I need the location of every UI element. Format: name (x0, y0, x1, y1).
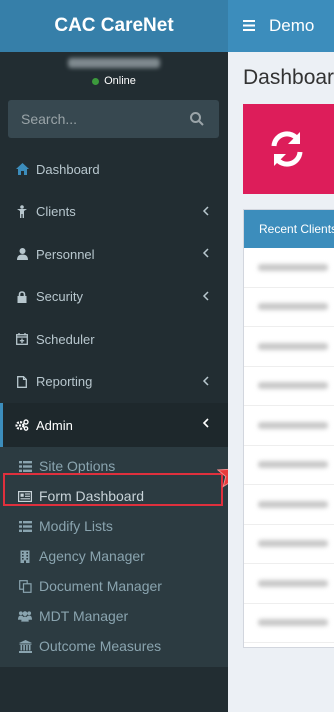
blurred-client-name (258, 500, 328, 508)
user-status-label: Online (104, 75, 136, 87)
submenu-item-modify-lists[interactable]: Modify Lists (0, 511, 228, 541)
sidebar-search (8, 100, 219, 138)
submenu-item-label: Outcome Measures (39, 638, 162, 654)
online-dot-icon (92, 77, 100, 85)
sidebar-item-label: Scheduler (36, 331, 95, 347)
chevron-left-icon (202, 375, 209, 386)
sidebar-item-label: Admin (36, 417, 73, 433)
submenu-item-mdt-manager[interactable]: MDT Manager (0, 601, 228, 631)
table-row[interactable] (244, 327, 334, 367)
submenu-item-agency-manager[interactable]: Agency Manager (0, 541, 228, 571)
table-row[interactable] (244, 406, 334, 446)
recent-clients-panel: Recent Clients (243, 209, 334, 648)
user-name-blurred (68, 58, 160, 68)
sidebar-item-label: Reporting (36, 374, 93, 390)
chevron-left-icon (202, 205, 209, 216)
copy-icon (18, 579, 32, 593)
chevron-left-icon (202, 248, 209, 258)
calendar-plus-icon (15, 332, 29, 346)
list-icon (18, 459, 32, 473)
hamburger-menu-icon[interactable] (243, 18, 255, 34)
search-input[interactable] (8, 110, 183, 128)
lock-icon (15, 290, 29, 304)
table-row[interactable] (244, 288, 334, 327)
sidebar-item-personnel[interactable]: Personnel (0, 233, 228, 276)
sidebar-item-label: Clients (36, 204, 76, 220)
topbar-title: Demo (269, 16, 315, 35)
blurred-client-name (258, 421, 328, 429)
search-icon[interactable] (189, 111, 205, 127)
sidebar-item-label: Personnel (36, 246, 95, 262)
main-content: Dashboard Recent Clients (228, 52, 334, 712)
table-row[interactable] (244, 446, 334, 485)
refresh-icon (271, 131, 303, 167)
sidebar-item-admin[interactable]: Admin (0, 403, 228, 447)
blurred-client-name (258, 303, 328, 311)
child-icon (15, 205, 29, 219)
blurred-client-name (258, 342, 328, 350)
users-icon (18, 609, 32, 623)
submenu-item-document-manager[interactable]: Document Manager (0, 571, 228, 601)
sidebar-item-clients[interactable]: Clients (0, 191, 228, 234)
submenu-item-label: MDT Manager (39, 608, 129, 624)
sidebar-item-security[interactable]: Security (0, 276, 228, 319)
sidebar-item-scheduler[interactable]: Scheduler (0, 318, 228, 361)
top-navbar: Demo (228, 0, 334, 52)
chevron-left-icon (202, 290, 209, 301)
sidebar-item-label: Security (36, 289, 83, 305)
blurred-client-name (258, 382, 328, 390)
submenu-item-label: Document Manager (39, 578, 162, 594)
page-title: Dashboard (243, 66, 334, 89)
refresh-tile[interactable] (243, 104, 334, 194)
table-row[interactable] (244, 367, 334, 406)
chevron-left-icon (202, 418, 209, 428)
institution-icon (18, 639, 32, 653)
sidebar-menu: Dashboard Clients Personnel Security Sch… (0, 148, 228, 667)
list-icon (18, 519, 32, 533)
blurred-client-name (258, 461, 328, 469)
sidebar: CAC CareNet Online Dashboard Clients Per… (0, 0, 228, 712)
user-icon (15, 247, 29, 261)
highlight-box (3, 473, 223, 506)
table-row[interactable] (244, 485, 334, 525)
panel-header: Recent Clients (244, 210, 334, 248)
submenu-item-label: Site Options (39, 458, 116, 474)
table-row[interactable] (244, 564, 334, 604)
submenu-item-outcome-measures[interactable]: Outcome Measures (0, 631, 228, 661)
building-icon (18, 549, 32, 563)
table-row[interactable] (244, 604, 334, 643)
blurred-client-name (258, 579, 328, 587)
table-row[interactable] (244, 248, 334, 288)
submenu-item-label: Agency Manager (39, 548, 145, 564)
user-panel: Online (0, 52, 228, 96)
blurred-client-name (258, 619, 328, 627)
brand-logo[interactable]: CAC CareNet (0, 0, 228, 52)
table-row[interactable] (244, 525, 334, 564)
submenu-item-label: Modify Lists (39, 518, 113, 534)
sidebar-item-reporting[interactable]: Reporting (0, 361, 228, 404)
user-status: Online (0, 75, 228, 87)
sidebar-item-dashboard[interactable]: Dashboard (0, 148, 228, 191)
blurred-client-name (258, 263, 328, 271)
file-icon (15, 375, 29, 389)
blurred-client-name (258, 540, 328, 548)
home-icon (15, 162, 29, 176)
sidebar-item-label: Dashboard (36, 161, 100, 177)
cogs-icon (15, 418, 29, 432)
